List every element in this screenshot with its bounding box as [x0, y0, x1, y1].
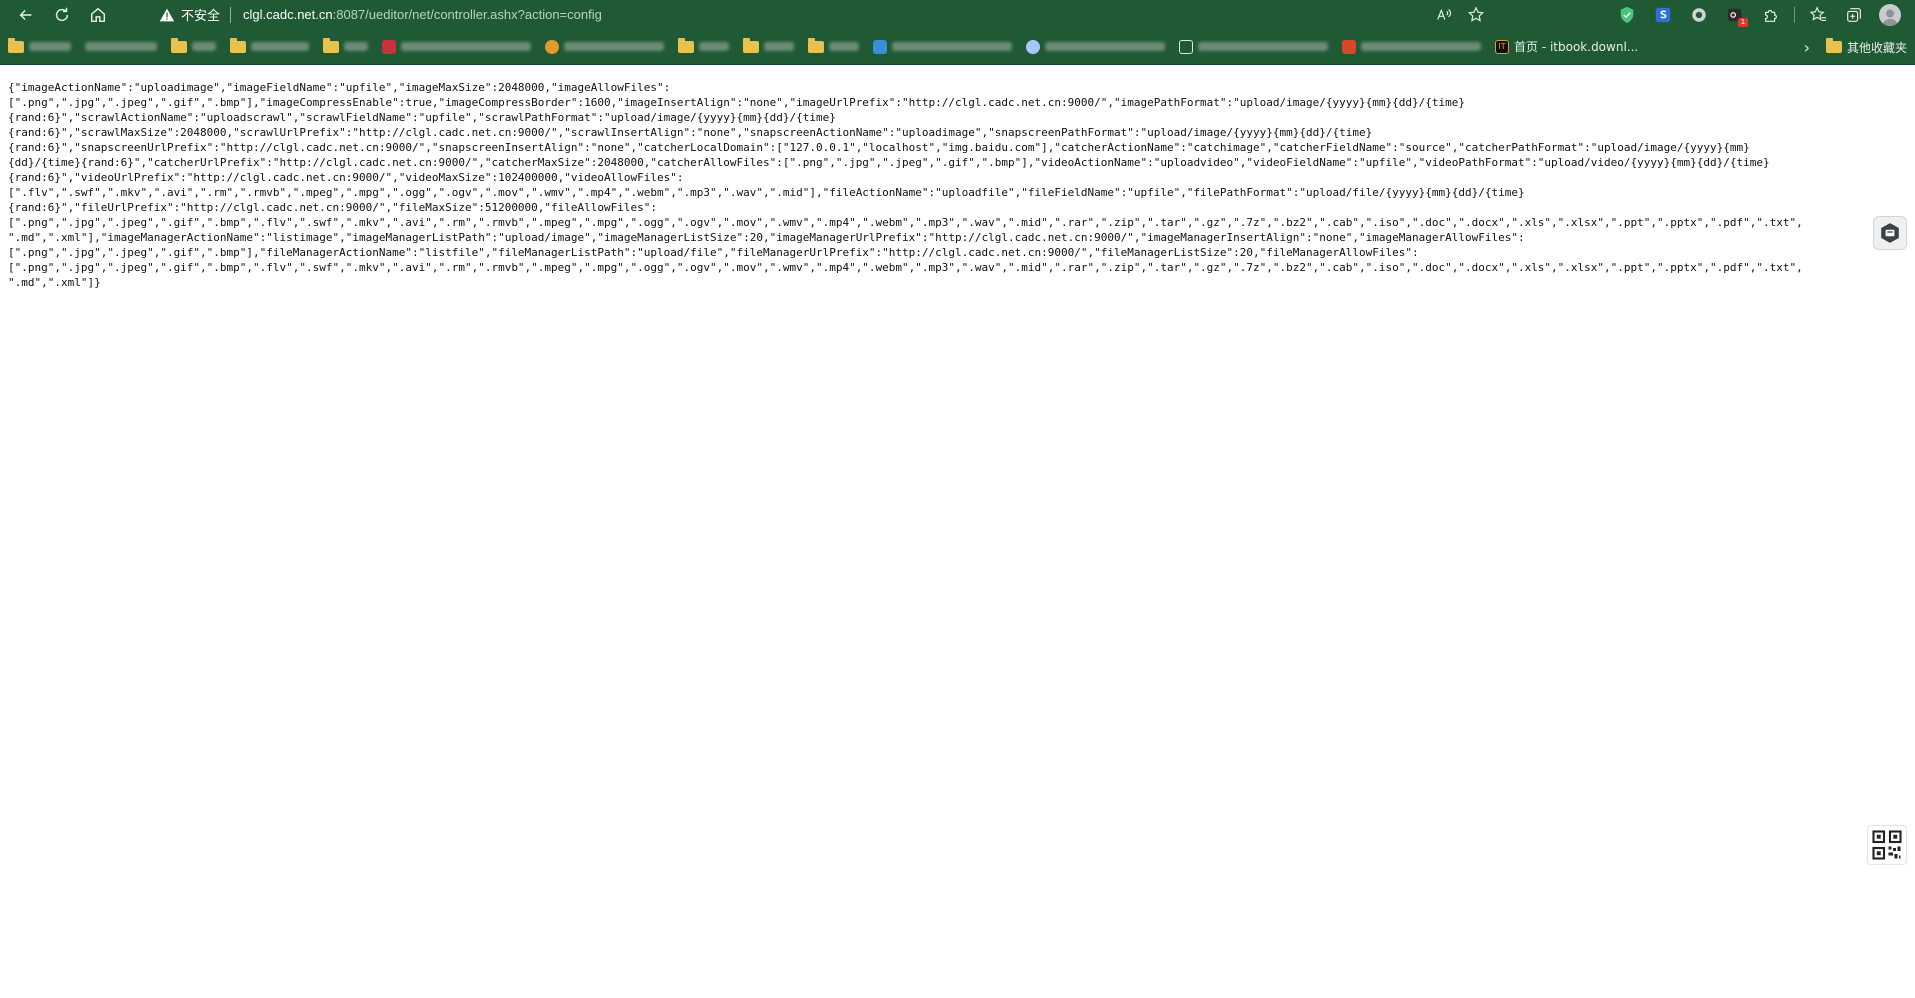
- folder-icon: [171, 37, 187, 53]
- favicon-icon: [382, 39, 396, 54]
- read-aloud-icon[interactable]: [1431, 2, 1457, 28]
- blurred-label: [401, 42, 531, 51]
- qr-code-icon[interactable]: [1867, 825, 1907, 865]
- s-extension-icon[interactable]: [1650, 2, 1676, 28]
- blurred-label: [1198, 42, 1328, 51]
- blurred-label: [29, 42, 71, 51]
- favorites-icon[interactable]: [1805, 2, 1831, 28]
- warning-triangle-icon: [159, 8, 175, 21]
- folder-icon: [8, 37, 24, 53]
- notification-badge: 1: [1738, 17, 1748, 27]
- profile-avatar-icon[interactable]: [1877, 2, 1903, 28]
- blurred-label: [1361, 42, 1481, 51]
- bookmark-folder[interactable]: [8, 36, 71, 58]
- folder-icon: [230, 37, 246, 53]
- bookmark-itbook-label: 首页 - itbook.downl...: [1514, 40, 1639, 54]
- folder-icon: [808, 37, 824, 53]
- url-host: clgl.cadc.net.cn: [243, 7, 333, 22]
- toolbar-separator: [1794, 6, 1795, 23]
- bookmark-item[interactable]: [1026, 36, 1165, 58]
- security-label: 不安全: [181, 9, 221, 24]
- bookmark-folder[interactable]: [171, 36, 216, 58]
- puzzle-extension-icon[interactable]: [1758, 2, 1784, 28]
- folder-icon: [678, 37, 694, 53]
- folder-icon: [743, 37, 759, 53]
- blurred-label: [251, 42, 309, 51]
- browser-toolbar: 不安全 clgl.cadc.net.cn:8087/ueditor/net/co…: [0, 0, 1915, 29]
- bookmark-item[interactable]: [1342, 36, 1481, 58]
- blurred-label: [85, 42, 157, 51]
- bookmark-item[interactable]: [873, 36, 1012, 58]
- bookmarks-bar: IT 首页 - itbook.downl... › 其他收藏夹: [0, 29, 1915, 65]
- blurred-label: [829, 42, 859, 51]
- bookmark-folder[interactable]: [323, 36, 368, 58]
- url-path: :8087/ueditor/net/controller.ashx?action…: [332, 7, 602, 22]
- page-icon: [1179, 39, 1193, 54]
- address-actions: [1431, 2, 1495, 27]
- blurred-label: [344, 42, 368, 51]
- bookmark-item[interactable]: [382, 36, 531, 58]
- bookmark-item[interactable]: [1179, 36, 1328, 58]
- bookmark-folder[interactable]: [808, 36, 859, 58]
- collections-icon[interactable]: [1841, 2, 1867, 28]
- blurred-label: [1045, 42, 1165, 51]
- itbook-favicon-icon: IT: [1495, 39, 1509, 54]
- avatar: [1879, 3, 1901, 26]
- badge-extension-icon[interactable]: 1: [1722, 2, 1748, 28]
- blurred-label: [892, 42, 1012, 51]
- chevron-right-icon[interactable]: ›: [1804, 38, 1810, 57]
- favicon-icon: [1026, 39, 1040, 54]
- address-bar[interactable]: 不安全 clgl.cadc.net.cn:8087/ueditor/net/co…: [145, 2, 1495, 27]
- star-add-icon[interactable]: [1463, 2, 1489, 28]
- floating-tool-icon[interactable]: [1873, 216, 1907, 250]
- bookmark-itbook[interactable]: IT 首页 - itbook.downl...: [1495, 36, 1638, 58]
- bookmark-item[interactable]: [545, 36, 664, 58]
- home-icon[interactable]: [80, 0, 116, 29]
- bookmark-folder[interactable]: [743, 36, 794, 58]
- extensions-row: 1: [1614, 0, 1903, 29]
- security-warning[interactable]: 不安全: [145, 5, 230, 24]
- blurred-label: [564, 42, 664, 51]
- folder-icon: [1825, 38, 1842, 53]
- bookmark-item[interactable]: [85, 36, 157, 58]
- circle-extension-icon[interactable]: [1686, 2, 1712, 28]
- reload-icon[interactable]: [44, 0, 80, 29]
- shield-extension-icon[interactable]: [1614, 2, 1640, 28]
- folder-icon: [323, 37, 339, 53]
- favicon-icon: [545, 39, 559, 54]
- favicon-icon: [873, 39, 887, 54]
- favicon-icon: [1342, 39, 1356, 54]
- blurred-label: [192, 42, 216, 51]
- other-favorites-label: 其他收藏夹: [1846, 40, 1907, 55]
- json-response-text: {"imageActionName":"uploadimage","imageF…: [8, 81, 1803, 289]
- blurred-label: [699, 42, 729, 51]
- bookmarks-right: › 其他收藏夹: [1804, 29, 1907, 65]
- blurred-label: [764, 42, 794, 51]
- bookmark-folder[interactable]: [678, 36, 729, 58]
- back-arrow-icon[interactable]: [8, 0, 44, 29]
- other-favorites-button[interactable]: 其他收藏夹: [1825, 36, 1907, 58]
- bookmark-folder[interactable]: [230, 36, 309, 58]
- address-separator: [230, 6, 232, 23]
- url-text[interactable]: clgl.cadc.net.cn:8087/ueditor/net/contro…: [243, 7, 602, 22]
